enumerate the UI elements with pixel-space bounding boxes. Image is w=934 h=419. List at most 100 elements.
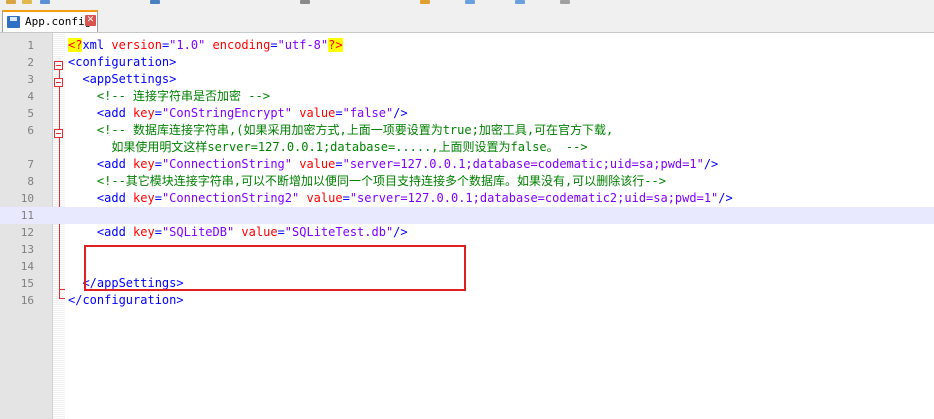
line-number: 6 — [27, 124, 34, 137]
line-code: <add key="ConnectionString" value="serve… — [68, 156, 718, 173]
find-icon[interactable] — [420, 0, 430, 4]
line-number: 14 — [20, 260, 34, 273]
code-line[interactable]: 5 <add key="ConStringEncrypt" value="fal… — [0, 105, 934, 122]
code-token-attr: key — [133, 157, 155, 171]
line-number: 5 — [27, 107, 34, 120]
code-token-tag: = — [154, 106, 162, 120]
line-number: 10 — [20, 192, 34, 205]
code-token-tag: /> — [393, 106, 408, 120]
code-token-val: "ConStringEncrypt" — [161, 106, 292, 120]
code-token-cmt: <!-- 数据库连接字符串,(如果采用加密方式,上面一项要设置为true;加密工… — [68, 123, 614, 137]
code-line[interactable]: 7 <add key="ConnectionString" value="ser… — [0, 156, 934, 173]
highlight-annotation-box — [84, 245, 466, 291]
code-token-cmt: <!--其它模块连接字符串,可以不断增加以便同一个项目支持连接多个数据库。如果没… — [68, 174, 666, 188]
code-token-tag: = — [154, 157, 162, 171]
line-code: <!-- 数据库连接字符串,(如果采用加密方式,上面一项要设置为true;加密工… — [68, 122, 613, 139]
line-code: 如果使用明文这样server=127.0.0.1;database=.....,… — [68, 139, 588, 156]
line-code: <appSettings> — [68, 71, 176, 88]
code-token-tag: = — [154, 225, 162, 239]
line-code: <!--其它模块连接字符串,可以不断增加以便同一个项目支持连接多个数据库。如果没… — [68, 173, 666, 190]
code-token-tag: /> — [718, 191, 733, 205]
code-token-attr: key — [133, 191, 155, 205]
code-line[interactable]: 4 <!-- 连接字符串是否加密 --> — [0, 88, 934, 105]
code-line[interactable]: 2 <configuration> — [0, 54, 934, 71]
code-token-tag: = — [335, 157, 343, 171]
code-token-val: "ConnectionString" — [161, 157, 292, 171]
line-number: 16 — [20, 294, 34, 307]
line-code: <add key="ConnectionString2" value="serv… — [68, 190, 733, 207]
code-line[interactable]: 1 <?xml version="1.0" encoding="utf-8"?> — [0, 37, 934, 54]
code-token-val: "1.0" — [169, 38, 206, 52]
code-token-cmt: <!-- 连接字符串是否加密 --> — [68, 89, 270, 103]
code-token-val: "ConnectionString2" — [161, 191, 300, 205]
line-number: 7 — [27, 158, 34, 171]
code-token-val: "server=127.0.0.1;database=codematic;uid… — [342, 157, 704, 171]
code-line[interactable]: 11 — [0, 207, 934, 224]
tab-app-config[interactable]: App.config ✕ — [2, 10, 98, 32]
code-token-val: "false" — [342, 106, 394, 120]
tab-label: App.config — [25, 15, 92, 28]
code-token-attr: value — [234, 225, 278, 239]
code-token-tag: <add — [68, 225, 134, 239]
code-line[interactable]: 如果使用明文这样server=127.0.0.1;database=.....,… — [0, 139, 934, 156]
macro-icon[interactable] — [560, 0, 570, 4]
code-token-tag: <configuration> — [68, 55, 177, 69]
line-number: 1 — [27, 39, 34, 52]
code-token-cmt: 如果使用明文这样server=127.0.0.1;database=.....,… — [68, 140, 588, 154]
new-file-icon[interactable] — [6, 0, 16, 4]
line-code: <?xml version="1.0" encoding="utf-8"?> — [68, 37, 343, 54]
cut-icon[interactable] — [300, 0, 310, 4]
code-token-attr: key — [133, 106, 155, 120]
close-icon[interactable]: ✕ — [85, 15, 96, 26]
code-token-tag: = — [335, 106, 343, 120]
tab-bar: App.config ✕ — [0, 6, 934, 33]
code-line[interactable]: 10 <add key="ConnectionString2" value="s… — [0, 190, 934, 207]
code-line[interactable]: 3 <appSettings> — [0, 71, 934, 88]
code-token-val: "utf-8" — [277, 38, 329, 52]
code-editor[interactable]: 1 <?xml version="1.0" encoding="utf-8"?> 2… — [0, 33, 934, 419]
code-token-pi: <? — [68, 38, 83, 52]
undo-icon[interactable] — [150, 0, 160, 4]
line-number: 4 — [27, 90, 34, 103]
line-code: <!-- 连接字符串是否加密 --> — [68, 88, 270, 105]
save-toolbar-icon[interactable] — [40, 0, 50, 4]
code-token-tag: <appSettings> — [68, 72, 177, 86]
line-number: 8 — [27, 175, 34, 188]
line-code: <configuration> — [68, 54, 176, 71]
line-code: <add key="ConStringEncrypt" value="false… — [68, 105, 408, 122]
code-token-tag: /> — [703, 157, 719, 171]
code-token-val: "server=127.0.0.1;database=codematic2;ui… — [349, 191, 719, 205]
code-token-attr: value — [292, 106, 336, 120]
line-number: 13 — [20, 243, 34, 256]
code-line[interactable]: 6 <!-- 数据库连接字符串,(如果采用加密方式,上面一项要设置为true;加… — [0, 122, 934, 139]
code-token-attr: value — [299, 191, 343, 205]
code-token-val: "SQLiteDB" — [161, 225, 235, 239]
code-token-tag: xml — [82, 38, 112, 52]
code-token-tag: <add — [68, 157, 134, 171]
code-token-tag: = — [342, 191, 350, 205]
open-file-icon[interactable] — [22, 0, 32, 4]
line-code: </configuration> — [68, 292, 184, 309]
line-code: <add key="SQLiteDB" value="SQLiteTest.db… — [68, 224, 408, 241]
code-token-tag: <add — [68, 106, 134, 120]
save-icon — [7, 16, 20, 28]
code-token-tag: /> — [393, 225, 408, 239]
code-token-attr: value — [292, 157, 336, 171]
code-token-tag: = — [154, 191, 162, 205]
code-token-tag: = — [277, 225, 285, 239]
code-token-attr: key — [133, 225, 155, 239]
line-number: 2 — [27, 56, 34, 69]
wrap-icon[interactable] — [515, 0, 525, 4]
code-line[interactable]: 12 <add key="SQLiteDB" value="SQLiteTest… — [0, 224, 934, 241]
line-number: 3 — [27, 73, 34, 86]
line-number: 15 — [20, 277, 34, 290]
code-token-tag: </configuration> — [68, 293, 184, 307]
zoom-icon[interactable] — [465, 0, 475, 4]
code-token-tag: <add — [68, 191, 134, 205]
code-token-val: "SQLiteTest.db" — [284, 225, 394, 239]
code-token-attr: version — [111, 38, 162, 52]
code-line[interactable]: 16 </configuration> — [0, 292, 934, 309]
code-token-tag: = — [270, 38, 278, 52]
code-line[interactable]: 8 <!--其它模块连接字符串,可以不断增加以便同一个项目支持连接多个数据库。如… — [0, 173, 934, 190]
code-token-pi: ?> — [328, 38, 343, 52]
